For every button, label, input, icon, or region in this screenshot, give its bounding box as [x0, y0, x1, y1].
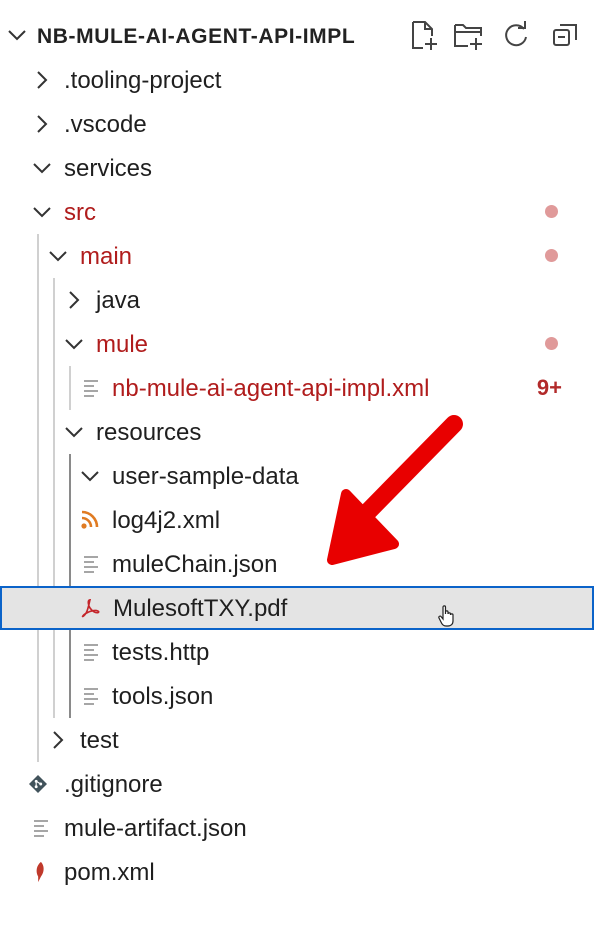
tree-item-main[interactable]: main — [0, 234, 614, 278]
git-icon — [29, 775, 47, 793]
chevron-down-icon[interactable] — [63, 420, 85, 444]
refresh-icon[interactable] — [500, 19, 532, 51]
pdf-icon — [81, 598, 100, 618]
lines-file-icon — [84, 644, 98, 661]
tree-item-label: mule — [96, 331, 149, 358]
tree-item-resources[interactable]: resources — [0, 410, 614, 454]
tree-item-label: mule-artifact.json — [64, 815, 247, 842]
tree-item-label: pom.xml — [64, 859, 155, 886]
tree-item-tooling-project[interactable]: .tooling-project — [0, 58, 614, 102]
tree-item-label: nb-mule-ai-agent-api-impl.xml — [112, 375, 430, 402]
chevron-down-icon[interactable] — [31, 156, 53, 180]
tree-item-mulesofttxy-pdf[interactable]: MulesoftTXY.pdf — [0, 586, 594, 630]
project-title[interactable]: NB-MULE-AI-AGENT-API-IMPL — [37, 25, 355, 49]
chevron-down-icon[interactable] — [79, 464, 101, 488]
tree-item-label: test — [80, 727, 119, 754]
chevron-right-icon[interactable] — [31, 112, 53, 136]
lines-file-icon — [84, 380, 98, 397]
tree-item-vscode[interactable]: .vscode — [0, 102, 614, 146]
tree-item-mule-artifact-json[interactable]: mule-artifact.json — [0, 806, 614, 850]
tree-item-label: MulesoftTXY.pdf — [113, 595, 288, 622]
tree-item-label: resources — [96, 419, 202, 446]
hand-cursor-icon — [438, 605, 454, 627]
tree-item-label: .gitignore — [64, 771, 163, 798]
chevron-down-icon[interactable] — [31, 200, 53, 224]
rss-icon — [81, 510, 99, 529]
tree-item-tools-json[interactable]: tools.json — [0, 674, 614, 718]
modified-dot — [545, 249, 558, 262]
new-folder-icon[interactable] — [452, 19, 484, 51]
tree-item-label: log4j2.xml — [112, 507, 221, 534]
tree-item-label: main — [80, 243, 133, 270]
modified-dot — [545, 205, 558, 218]
problems-badge: 9+ — [536, 375, 562, 400]
tree-item-mule-config-xml[interactable]: nb-mule-ai-agent-api-impl.xml 9+ — [0, 366, 614, 410]
tree-item-mulechain-json[interactable]: muleChain.json — [0, 542, 614, 586]
tree-item-user-sample-data[interactable]: user-sample-data — [0, 454, 614, 498]
tree-item-java[interactable]: java — [0, 278, 614, 322]
new-file-icon[interactable] — [408, 19, 440, 51]
tree-item-label: .tooling-project — [64, 67, 222, 94]
tree-item-label: muleChain.json — [112, 551, 278, 578]
lines-file-icon — [84, 556, 98, 573]
tree-item-pom-xml[interactable]: pom.xml — [0, 850, 614, 894]
chevron-right-icon[interactable] — [63, 288, 85, 312]
lines-file-icon — [34, 820, 48, 837]
maven-feather-icon — [36, 861, 44, 883]
modified-dot — [545, 337, 558, 350]
tree-item-label: java — [96, 287, 141, 314]
tree-item-gitignore[interactable]: .gitignore — [0, 762, 614, 806]
chevron-down-icon[interactable] — [47, 244, 69, 268]
lines-file-icon — [84, 688, 98, 705]
tree-item-tests-http[interactable]: tests.http — [0, 630, 614, 674]
chevron-down-icon[interactable] — [6, 24, 28, 46]
tree-item-label: src — [64, 199, 96, 226]
chevron-down-icon[interactable] — [63, 332, 85, 356]
tree-item-label: tools.json — [112, 683, 214, 710]
chevron-right-icon[interactable] — [47, 728, 69, 752]
collapse-all-icon[interactable] — [550, 19, 582, 51]
tree-item-test[interactable]: test — [0, 718, 614, 762]
tree-item-label: tests.http — [112, 639, 210, 666]
explorer-header: NB-MULE-AI-AGENT-API-IMPL — [0, 14, 614, 58]
chevron-right-icon[interactable] — [31, 68, 53, 92]
tree-item-label: user-sample-data — [112, 463, 299, 490]
tree-item-label: services — [64, 155, 153, 182]
tree-item-log4j2[interactable]: log4j2.xml — [0, 498, 614, 542]
tree-item-mule[interactable]: mule — [0, 322, 614, 366]
tree-item-services[interactable]: services — [0, 146, 614, 190]
tree-item-label: .vscode — [64, 111, 147, 138]
tree-item-src[interactable]: src — [0, 190, 614, 234]
